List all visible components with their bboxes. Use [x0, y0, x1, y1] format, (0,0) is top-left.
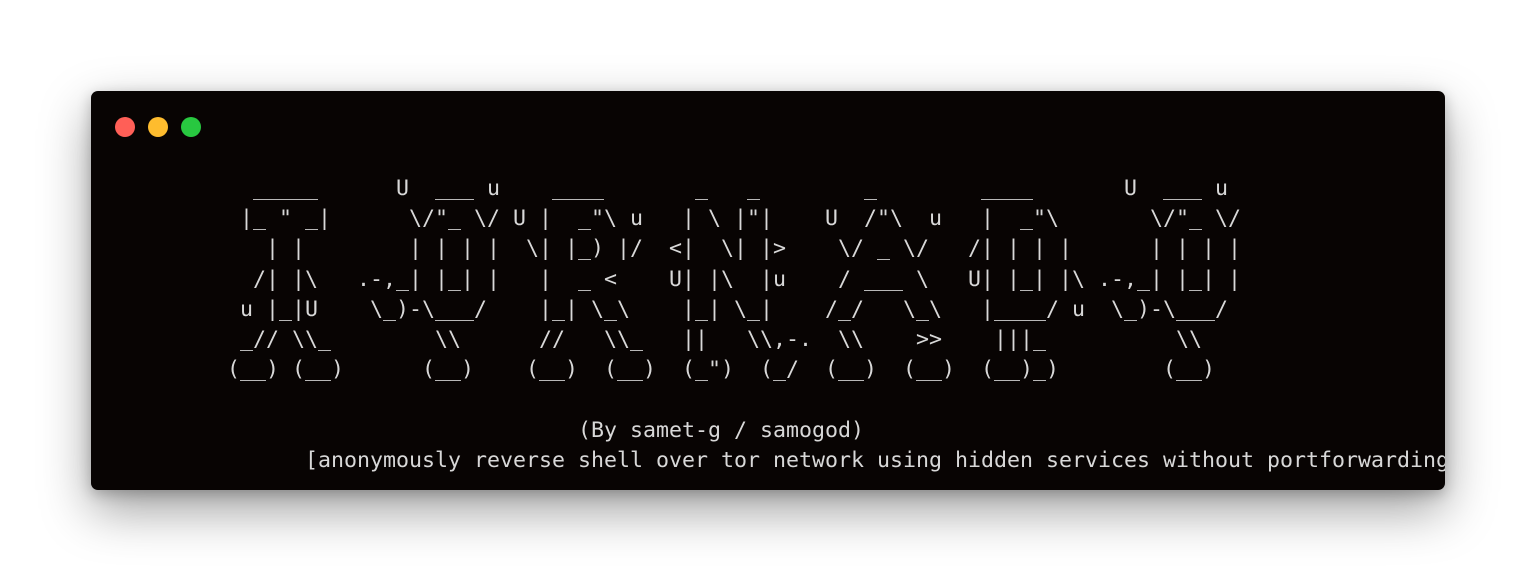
terminal-window: _____ U ___ u ____ _ _ _ ____ U ___ u |_… [91, 91, 1445, 490]
minimize-button[interactable] [148, 117, 168, 137]
close-button[interactable] [115, 117, 135, 137]
page: _____ U ___ u ____ _ _ _ ____ U ___ u |_… [0, 0, 1536, 581]
ascii-banner-line: | | | | | | \| |_) |/ <| \| |> \/ _ \/ /… [227, 236, 1242, 262]
ascii-banner-line: _____ U ___ u ____ _ _ _ ____ U ___ u [227, 176, 1229, 201]
ascii-banner-line: u |_|U \_)-\___/ |_| \_\ |_| \_| /_/ \_\… [227, 296, 1229, 322]
tool-description: [anonymously reverse shell over tor netw… [227, 447, 1445, 473]
ascii-banner-line: (__) (__) (__) (__) (__) (_") (_/ (__) (… [227, 357, 1216, 383]
zoom-button[interactable] [181, 117, 201, 137]
window-controls [115, 117, 201, 137]
ascii-banner-line: /| |\ .-,_| |_| | | _ < U| |\ |u / ___ \… [227, 266, 1242, 292]
ascii-banner-line: _// \\_ \\ // \\_ || \\,-. \\ >> |||_ \\ [227, 326, 1203, 352]
terminal-output: _____ U ___ u ____ _ _ _ ____ U ___ u |_… [227, 174, 1445, 476]
ascii-banner-line: |_ " _| \/"_ \/ U | _"\ u | \ |"| U /"\ … [227, 206, 1242, 232]
author-credit: (By samet-g / samogod) [227, 417, 865, 443]
